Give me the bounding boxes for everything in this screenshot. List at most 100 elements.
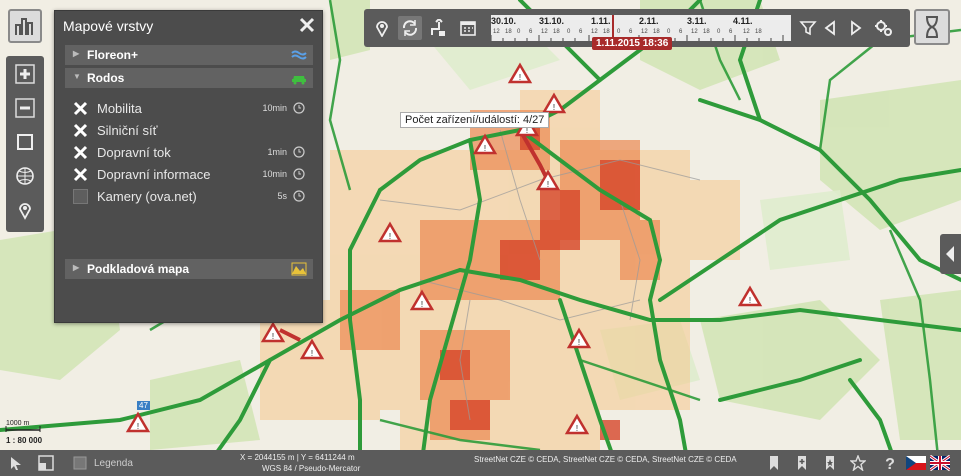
refresh-interval: 10min	[262, 103, 287, 113]
car-icon	[292, 76, 306, 85]
svg-text:!: !	[421, 300, 423, 309]
uk-flag-icon[interactable]	[930, 455, 950, 471]
svg-text:!: !	[311, 349, 313, 358]
menu-button[interactable]	[8, 9, 42, 43]
next-icon	[851, 20, 862, 36]
next-button[interactable]	[844, 16, 868, 40]
layout-icon[interactable]	[38, 455, 54, 471]
prev-icon	[824, 20, 835, 36]
timeline-day: 1.11.	[591, 16, 611, 26]
layer-label: Mobilita	[97, 101, 142, 116]
layer-dopravni-informace[interactable]: Dopravní informace 10min	[73, 165, 307, 185]
map-tooltip: Počet zařízení/událostí: 4/27	[400, 112, 550, 128]
layer-label: Silniční síť	[97, 123, 158, 138]
close-button[interactable]	[298, 16, 316, 34]
checkbox-checked-icon[interactable]	[73, 101, 88, 116]
help-icon[interactable]: ?	[882, 455, 898, 471]
layer-label: Kamery (ova.net)	[97, 189, 197, 204]
section-rodos-label: Rodos	[87, 71, 125, 85]
timeline-day: 2.11.	[639, 16, 659, 26]
checkbox-checked-icon[interactable]	[73, 145, 88, 160]
globe-icon	[16, 167, 34, 185]
svg-text:!: !	[547, 180, 549, 189]
legend-icon[interactable]	[72, 455, 88, 471]
svg-text:!: !	[749, 296, 751, 305]
svg-text:!: !	[576, 424, 578, 433]
layer-label: Dopravní informace	[97, 167, 211, 182]
bookmark-icon[interactable]	[766, 455, 782, 471]
location-icon	[19, 203, 31, 220]
map-tools	[6, 56, 44, 232]
panel-title: Mapové vrstvy	[63, 18, 154, 34]
section-floreon[interactable]: ▶ Floreon+	[65, 45, 313, 65]
section-rodos[interactable]: ▼ Rodos	[65, 68, 313, 88]
globe-button[interactable]	[11, 162, 39, 190]
scale-ratio: 1 : 80 000	[6, 436, 43, 445]
layer-dopravni-tok[interactable]: Dopravní tok 1min	[73, 143, 307, 163]
pin-button[interactable]	[370, 16, 394, 40]
attribution: StreetNet CZE © CEDA, StreetNet CZE © CE…	[474, 455, 737, 464]
svg-text:!: !	[137, 422, 139, 431]
side-panel-toggle[interactable]	[940, 234, 961, 274]
scale-label: 1000 m	[6, 420, 30, 427]
prev-button[interactable]	[818, 16, 842, 40]
filter-icon	[799, 21, 817, 36]
czech-flag-icon[interactable]	[906, 455, 926, 471]
select-area-button[interactable]	[11, 128, 39, 156]
svg-text:?: ?	[885, 456, 895, 471]
timeline-day: 30.10.	[491, 16, 517, 26]
pointer-icon[interactable]	[8, 455, 24, 471]
settings-icon	[875, 20, 892, 36]
chevron-left-icon	[946, 246, 954, 262]
svg-text:!: !	[389, 232, 391, 241]
filter-button[interactable]	[796, 16, 820, 40]
calendar-button[interactable]	[456, 16, 480, 40]
clock-icon	[293, 168, 305, 180]
road-number-label: 47	[137, 401, 150, 410]
checkbox-checked-icon[interactable]	[73, 167, 88, 182]
chevron-right-icon: ▶	[73, 263, 80, 272]
checkbox-unchecked-icon[interactable]	[73, 189, 88, 204]
svg-text:!: !	[578, 338, 580, 347]
timeline-day: 3.11.	[687, 16, 707, 26]
layer-label: Dopravní tok	[97, 145, 171, 160]
chevron-right-icon: ▶	[73, 49, 80, 58]
svg-text:!: !	[484, 144, 486, 153]
bookmark-add-icon[interactable]	[794, 455, 810, 471]
settings-button[interactable]	[872, 16, 896, 40]
route-button[interactable]	[426, 16, 450, 40]
section-floreon-label: Floreon+	[87, 48, 139, 62]
clock-icon	[293, 190, 305, 202]
time-mode-button[interactable]	[914, 9, 950, 45]
zoom-out-icon	[15, 98, 35, 118]
legend-button[interactable]: Legenda	[94, 458, 133, 469]
chevron-down-icon: ▼	[73, 72, 81, 81]
refresh-interval: 1min	[267, 147, 287, 157]
basemap-icon	[291, 262, 307, 276]
svg-text:!: !	[519, 73, 521, 82]
refresh-interval: 5s	[277, 191, 287, 201]
close-icon	[299, 17, 315, 33]
checkbox-checked-icon[interactable]	[73, 123, 88, 138]
zoom-in-icon	[15, 64, 35, 84]
status-bar: Legenda X = 2044155 m | Y = 6411244 m WG…	[0, 450, 961, 476]
refresh-button[interactable]	[398, 16, 422, 40]
bookmark-star-icon[interactable]	[822, 455, 838, 471]
timeline-day: 31.10.	[539, 16, 565, 26]
location-button[interactable]	[11, 196, 39, 224]
star-icon[interactable]	[850, 455, 866, 471]
layer-silnicni-sit[interactable]: Silniční síť	[73, 121, 307, 141]
coordinates-readout: X = 2044155 m | Y = 6411244 m	[240, 453, 355, 462]
projection-label: WGS 84 / Pseudo-Mercator	[262, 464, 361, 473]
water-icon	[291, 50, 307, 60]
zoom-out-button[interactable]	[11, 94, 39, 122]
layers-panel: Mapové vrstvy ▶ Floreon+ ▼ Rodos Mobilit…	[54, 10, 323, 323]
section-podkladova-mapa[interactable]: ▶ Podkladová mapa	[65, 259, 313, 279]
layer-mobilita[interactable]: Mobilita 10min	[73, 99, 307, 119]
layer-kamery[interactable]: Kamery (ova.net) 5s	[73, 187, 307, 207]
calendar-icon	[460, 21, 476, 36]
svg-text:!: !	[553, 103, 555, 112]
zoom-in-button[interactable]	[11, 60, 39, 88]
route-icon	[431, 19, 445, 36]
menu-icon	[15, 18, 33, 35]
